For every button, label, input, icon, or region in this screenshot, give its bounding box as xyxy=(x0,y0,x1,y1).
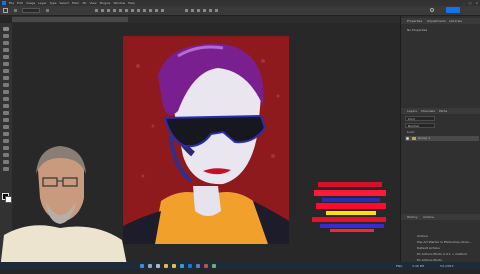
share-button[interactable]: Share xyxy=(446,7,460,23)
dodge-tool-icon[interactable] xyxy=(3,125,9,129)
list-item[interactable]: Ex Actions Photo 2-4.1 + method xyxy=(405,240,479,256)
tab-adjustments[interactable]: Adjustments xyxy=(427,19,446,23)
tab-libraries[interactable]: Libraries xyxy=(449,19,462,23)
move-tool-icon[interactable] xyxy=(3,8,8,13)
tab-properties[interactable]: Properties xyxy=(407,19,422,23)
frame-tool-icon[interactable] xyxy=(3,62,9,66)
clock-time[interactable]: 3:48 PM xyxy=(412,264,424,268)
menu-window[interactable]: Window xyxy=(113,1,125,5)
healing-brush-tool-icon[interactable] xyxy=(3,76,9,80)
history-panel-header: History Actions xyxy=(401,214,480,220)
document-tabs: Pop Art Warhol Portrait CC 2023 Tut 16.1… xyxy=(12,16,400,33)
menu-type[interactable]: Type xyxy=(50,1,57,5)
right-panels: Properties Adjustments Libraries No Prop… xyxy=(400,16,480,270)
layer-name: Group 1 xyxy=(418,136,430,140)
pen-tool-icon[interactable] xyxy=(3,132,9,136)
window-controls: – □ × xyxy=(463,1,478,5)
minimize-icon[interactable]: – xyxy=(463,1,465,5)
lock-label: Lock: xyxy=(407,130,415,134)
3d-mode-icons[interactable] xyxy=(185,9,220,12)
document-canvas[interactable] xyxy=(123,36,289,244)
tab-channels[interactable]: Channels xyxy=(421,109,435,113)
options-bar: Share xyxy=(0,6,480,23)
chrome-icon[interactable] xyxy=(164,264,168,268)
glitch-artwork-thumbnail[interactable] xyxy=(312,176,392,236)
blend-mode-dropdown[interactable]: Normal xyxy=(405,123,435,128)
history-brush-tool-icon[interactable] xyxy=(3,97,9,101)
clone-stamp-tool-icon[interactable] xyxy=(3,90,9,94)
brush-tool-icon[interactable] xyxy=(3,83,9,87)
windows-taskbar: ENG 3:48 PM 5/1/2023 xyxy=(0,262,480,270)
maximize-icon[interactable]: □ xyxy=(469,1,472,5)
list-item[interactable]: Pop Art Warhol in Photoshop (Over... xyxy=(405,228,479,244)
clock-date[interactable]: 5/1/2023 xyxy=(440,264,453,268)
tab-history[interactable]: History xyxy=(407,215,418,219)
tab-layers[interactable]: Layers xyxy=(407,109,417,113)
mail-icon[interactable] xyxy=(196,264,200,268)
webcam-overlay xyxy=(0,140,130,270)
eraser-tool-icon[interactable] xyxy=(3,104,9,108)
list-item[interactable]: Actions xyxy=(405,222,479,238)
list-item[interactable]: Ex Actions Photo xyxy=(405,252,479,268)
visibility-eye-icon[interactable] xyxy=(406,137,409,140)
menu-plugins[interactable]: Plugins xyxy=(100,1,111,5)
close-icon[interactable]: × xyxy=(475,1,478,5)
transform-controls-checkbox[interactable] xyxy=(46,9,49,12)
start-icon[interactable] xyxy=(140,264,144,268)
menu-layer[interactable]: Layer xyxy=(38,1,46,5)
marquee-tool-icon[interactable] xyxy=(3,34,9,38)
menu-select[interactable]: Select xyxy=(60,1,69,5)
align-icons[interactable] xyxy=(95,9,165,12)
quick-select-tool-icon[interactable] xyxy=(3,48,9,52)
tab-actions[interactable]: Actions xyxy=(423,215,434,219)
tab-paths[interactable]: Paths xyxy=(439,109,447,113)
search-icon[interactable] xyxy=(430,8,434,12)
blur-tool-icon[interactable] xyxy=(3,118,9,122)
menu-3d[interactable]: 3D xyxy=(82,1,86,5)
gradient-tool-icon[interactable] xyxy=(3,111,9,115)
tab-document-1[interactable]: Pop Art Warhol Portrait CC 2023 Tut 16.1… xyxy=(12,17,128,33)
folder-icon xyxy=(412,137,416,140)
layer-kind-label: Kind xyxy=(408,117,415,121)
app-icon[interactable] xyxy=(204,264,208,268)
move-tool-icon[interactable] xyxy=(3,27,9,31)
auto-select-checkbox[interactable] xyxy=(14,9,17,12)
blend-mode-label: Normal xyxy=(408,124,419,128)
menu-image[interactable]: Image xyxy=(26,1,35,5)
menu-file[interactable]: File xyxy=(9,1,14,5)
crop-tool-icon[interactable] xyxy=(3,55,9,59)
menu-filter[interactable]: Filter xyxy=(72,1,79,5)
layers-panel-header: Layers Channels Paths xyxy=(401,108,480,114)
properties-empty-text: No Properties xyxy=(407,28,428,32)
menu-help[interactable]: Help xyxy=(128,1,135,5)
app-logo-icon xyxy=(2,1,6,5)
layer-filter-kind[interactable]: Kind xyxy=(405,116,435,121)
properties-panel-header: Properties Adjustments Libraries xyxy=(401,18,480,24)
list-item[interactable]: Default Actions xyxy=(405,234,479,250)
search-icon[interactable] xyxy=(148,264,152,268)
app-icon[interactable] xyxy=(212,264,216,268)
auto-select-dropdown[interactable] xyxy=(22,8,40,13)
menu-edit[interactable]: Edit xyxy=(17,1,23,5)
task-view-icon[interactable] xyxy=(156,264,160,268)
tab-document-2[interactable]: Illustration_2.psd @ 66.7% xyxy=(147,17,194,33)
language-indicator[interactable]: ENG xyxy=(396,264,402,268)
explorer-icon[interactable] xyxy=(172,264,176,268)
photoshop-icon[interactable] xyxy=(188,264,192,268)
edge-icon[interactable] xyxy=(180,264,184,268)
pop-art-portrait-image xyxy=(123,36,289,244)
lasso-tool-icon[interactable] xyxy=(3,41,9,45)
layer-row[interactable]: Group 1 xyxy=(405,136,479,141)
eyedropper-tool-icon[interactable] xyxy=(3,69,9,73)
menu-view[interactable]: View xyxy=(89,1,96,5)
list-item[interactable]: Ex Actions Photo xyxy=(405,246,479,262)
